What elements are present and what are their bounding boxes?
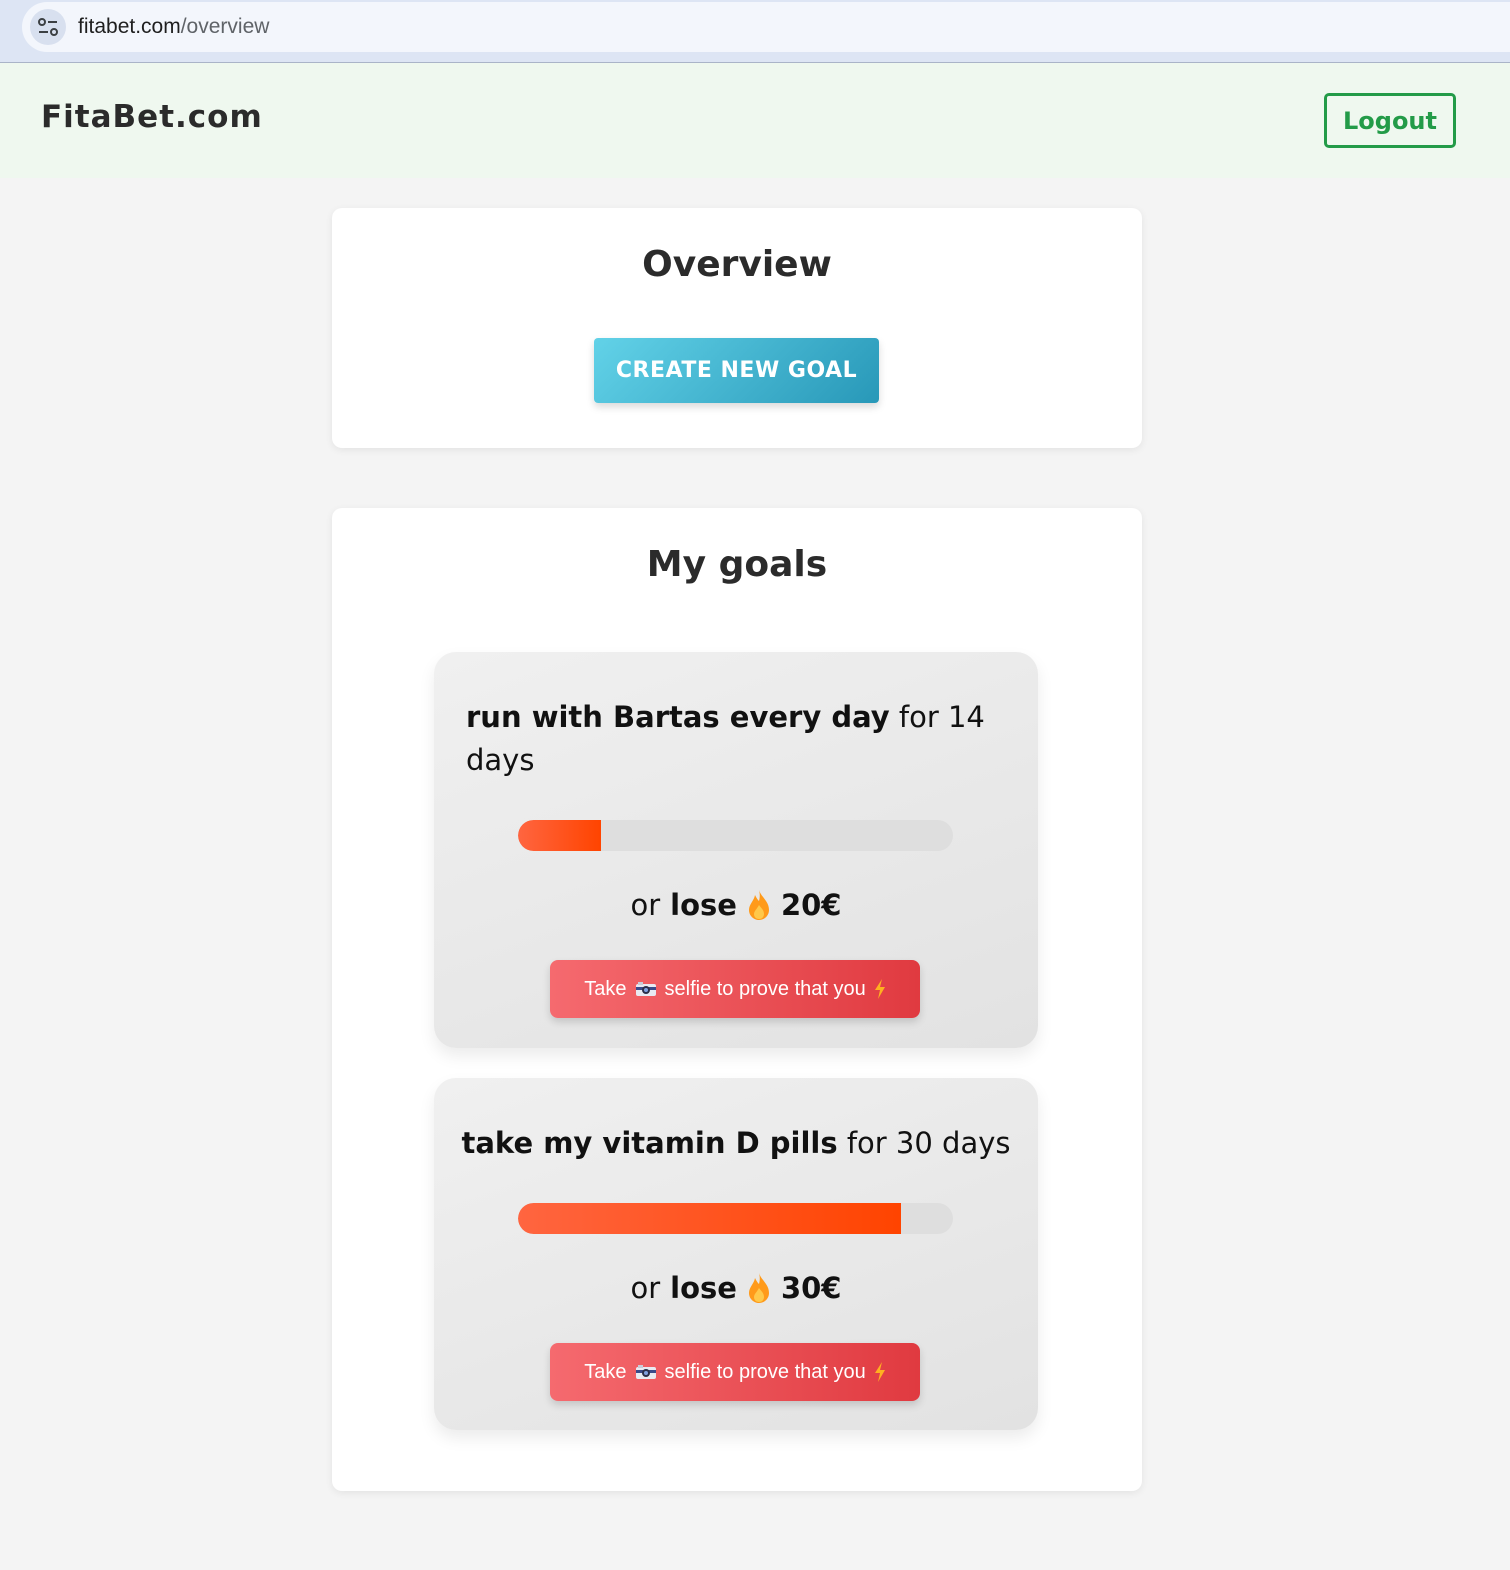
- stake-word: lose: [670, 888, 737, 922]
- stake-prefix: or: [630, 888, 661, 922]
- create-new-goal-button[interactable]: CREATE NEW GOAL: [594, 338, 879, 403]
- fire-icon: [748, 1273, 769, 1303]
- goal-progress-fill: [518, 1203, 901, 1234]
- goal-task: run with Bartas every day: [466, 700, 890, 734]
- goal-description: run with Bartas every day for 14 days: [466, 696, 986, 782]
- goal-stake: or lose 20€: [434, 888, 1038, 922]
- goal-progress-bar: [518, 820, 953, 851]
- fire-icon: [748, 890, 769, 920]
- my-goals-card: My goals run with Bartas every day for 1…: [332, 508, 1142, 1491]
- overview-title: Overview: [642, 244, 832, 285]
- goal-description: take my vitamin D pills for 30 days: [434, 1122, 1038, 1165]
- stake-word: lose: [670, 1271, 737, 1305]
- tune-icon[interactable]: [30, 9, 66, 45]
- take-selfie-button[interactable]: Take selfie to prove that you: [550, 1343, 920, 1401]
- my-goals-title: My goals: [646, 544, 828, 585]
- logout-button[interactable]: Logout: [1324, 93, 1456, 148]
- selfie-button-text: selfie to prove that you: [664, 977, 866, 1000]
- lightning-icon: [874, 1362, 885, 1382]
- camera-icon: [635, 1365, 656, 1379]
- goal-card: take my vitamin D pills for 30 days or l…: [434, 1078, 1038, 1430]
- url-host: fitabet.com: [78, 15, 181, 38]
- goal-progress-bar: [518, 1203, 953, 1234]
- stake-prefix: or: [630, 1271, 661, 1305]
- overview-card: Overview CREATE NEW GOAL: [332, 208, 1142, 448]
- selfie-button-text: selfie to prove that you: [664, 1360, 866, 1383]
- goal-card: run with Bartas every day for 14 days or…: [434, 652, 1038, 1048]
- goal-progress-fill: [518, 820, 601, 851]
- app-header: FitaBet.com Logout: [0, 63, 1510, 178]
- selfie-button-take: Take: [584, 977, 627, 1000]
- lightning-icon: [874, 979, 885, 999]
- goal-stake: or lose 30€: [434, 1271, 1038, 1305]
- brand-logo[interactable]: FitaBet.com: [41, 99, 263, 135]
- url-path: /overview: [180, 15, 270, 38]
- stake-amount: 30€: [780, 1271, 842, 1305]
- selfie-button-take: Take: [584, 1360, 627, 1383]
- stake-amount: 20€: [780, 888, 842, 922]
- goal-duration: for 30 days: [846, 1126, 1011, 1160]
- browser-toolbar: fitabet.com/overview: [0, 0, 1510, 63]
- camera-icon: [635, 982, 656, 996]
- address-bar[interactable]: fitabet.com/overview: [22, 2, 1510, 52]
- url-text[interactable]: fitabet.com/overview: [78, 15, 269, 39]
- take-selfie-button[interactable]: Take selfie to prove that you: [550, 960, 920, 1018]
- goal-task: take my vitamin D pills: [461, 1126, 838, 1160]
